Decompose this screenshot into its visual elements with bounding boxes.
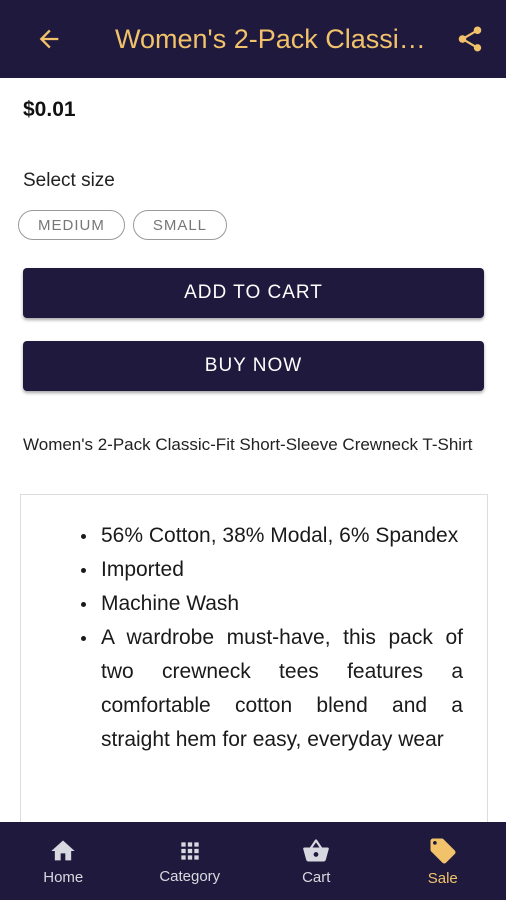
size-chip-small[interactable]: SMALL: [132, 210, 228, 240]
tag-icon: [430, 838, 456, 863]
description-item: Machine Wash: [81, 587, 463, 621]
home-icon: [51, 840, 75, 860]
basket-icon: [303, 838, 330, 861]
grid-icon: [181, 841, 199, 860]
back-button[interactable]: [25, 15, 73, 63]
app-bar: Women's 2-Pack Classic-Fit Short-Sleeve …: [0, 0, 506, 78]
product-name: Women's 2-Pack Classic-Fit Short-Sleeve …: [23, 435, 473, 454]
nav-label: Sale: [427, 869, 458, 887]
nav-label: Cart: [302, 868, 331, 886]
add-to-cart-button[interactable]: ADD TO CART: [23, 268, 484, 318]
size-label: Select size: [23, 170, 115, 191]
product-description: 56% Cotton, 38% Modal, 6% Spandex Import…: [20, 494, 488, 822]
buy-now-button[interactable]: BUY NOW: [23, 341, 484, 391]
description-item: Imported: [81, 553, 463, 587]
nav-item-sale[interactable]: Sale: [380, 822, 506, 900]
share-button[interactable]: [450, 19, 490, 59]
product-content[interactable]: $0.01 Select size MEDIUM SMALL ADD TO CA…: [0, 78, 506, 822]
nav-item-cart[interactable]: Cart: [253, 822, 380, 900]
bottom-navigation: Home Category Cart Sale: [0, 822, 506, 900]
description-list: 56% Cotton, 38% Modal, 6% Spandex Import…: [33, 519, 463, 757]
arrow-back-icon: [39, 29, 59, 49]
share-icon: [458, 26, 482, 52]
size-chips: MEDIUM SMALL: [18, 210, 228, 240]
description-item: 56% Cotton, 38% Modal, 6% Spandex: [81, 519, 463, 553]
nav-label: Category: [159, 867, 221, 885]
nav-item-category[interactable]: Category: [127, 822, 254, 900]
nav-item-home[interactable]: Home: [0, 822, 127, 900]
nav-label: Home: [43, 868, 84, 886]
page-title: Women's 2-Pack Classic-Fit Short-Sleeve …: [115, 23, 436, 54]
description-item: A wardrobe must-have, this pack of two c…: [81, 621, 463, 757]
size-chip-medium[interactable]: MEDIUM: [18, 210, 125, 240]
product-price: $0.01: [23, 98, 76, 121]
